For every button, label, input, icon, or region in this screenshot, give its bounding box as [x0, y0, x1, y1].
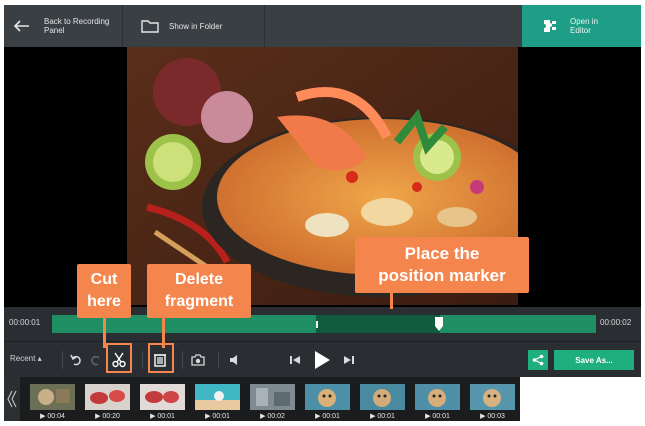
callout-connector [390, 293, 393, 309]
redo-button[interactable] [88, 352, 104, 368]
clip-preview-image [470, 384, 515, 410]
clip-duration: ▶ 00:01 [315, 413, 340, 420]
place-marker-callout: Place the position marker [355, 237, 529, 293]
playback-controls: Recent ▴ Save As... [4, 341, 641, 377]
clip-duration: ▶ 00:02 [260, 413, 285, 420]
previous-frame-button[interactable] [287, 352, 303, 368]
clip-thumbnail[interactable]: ▶ 00:01 [360, 384, 405, 420]
clip-duration-value: 00:01 [212, 413, 230, 420]
clip-thumbnail[interactable]: ▶ 00:04 [30, 384, 75, 420]
camera-icon [191, 354, 205, 366]
clip-preview-image [250, 384, 295, 410]
show-in-folder-label: Show in Folder [169, 21, 223, 31]
back-button-label: Back to Recording Panel [44, 17, 110, 35]
clip-duration-value: 00:20 [102, 413, 120, 420]
clip-preview-image [30, 384, 75, 410]
double-chevron-left-icon [7, 390, 17, 408]
redo-icon [91, 355, 100, 366]
position-marker-icon[interactable] [435, 317, 443, 331]
next-icon [344, 356, 354, 364]
clip-duration-value: 00:01 [157, 413, 175, 420]
callout-text: fragment [164, 293, 234, 310]
open-in-editor-label: Open in Editor [570, 17, 599, 35]
clip-duration-value: 00:03 [487, 413, 505, 420]
clip-duration: ▶ 00:01 [370, 413, 395, 420]
callout-text: position marker [378, 266, 506, 285]
clip-duration: ▶ 00:03 [480, 413, 505, 420]
play-button[interactable] [310, 348, 334, 372]
open-in-editor-button[interactable]: Open in Editor [522, 5, 641, 47]
play-icon [315, 351, 330, 369]
previous-icon [290, 356, 300, 364]
timeline-end-time: 00:00:02 [600, 318, 632, 327]
clip-thumbnail[interactable]: ▶ 00:01 [140, 384, 185, 420]
clip-duration-value: 00:02 [267, 413, 285, 420]
volume-icon [230, 355, 237, 365]
cut-button-highlight [106, 343, 132, 373]
timeline-start-time: 00:00:01 [9, 318, 41, 327]
share-button[interactable] [528, 350, 548, 370]
next-frame-button[interactable] [341, 352, 357, 368]
clip-preview-image [360, 384, 405, 410]
recent-clips-strip: ▶ 00:04 ▶ 00:20 ▶ 00:01 ▶ 00:01 ▶ 00:02 … [4, 377, 641, 421]
clip-duration: ▶ 00:01 [150, 413, 175, 420]
snapshot-button[interactable] [190, 352, 206, 368]
undo-button[interactable] [68, 352, 84, 368]
timeline-selected-fragment[interactable] [316, 315, 440, 333]
cut-here-callout: Cut here [77, 264, 131, 318]
arrow-left-icon [14, 20, 29, 32]
delete-fragment-callout: Delete fragment [147, 264, 251, 318]
recent-dropdown[interactable]: Recent ▴ [10, 354, 42, 363]
clip-duration-value: 00:01 [432, 413, 450, 420]
save-as-button[interactable]: Save As... [554, 350, 634, 370]
callout-text: here [87, 293, 121, 310]
callout-text: Cut [90, 271, 118, 288]
clip-preview-image [305, 384, 350, 410]
volume-button[interactable] [228, 352, 244, 368]
clip-thumbnail[interactable]: ▶ 00:01 [415, 384, 460, 420]
delete-button-highlight [148, 343, 174, 373]
undo-icon [70, 354, 81, 366]
strip-empty-area [520, 377, 641, 421]
folder-icon [141, 20, 159, 33]
timeline-track[interactable] [52, 315, 596, 333]
clip-thumbnail[interactable]: ▶ 00:03 [470, 384, 515, 420]
show-in-folder-button[interactable]: Show in Folder [123, 5, 265, 47]
divider [182, 351, 183, 369]
clip-preview-image [415, 384, 460, 410]
clip-thumbnail[interactable]: ▶ 00:01 [305, 384, 350, 420]
clip-preview-image [195, 384, 240, 410]
app-window: Back to Recording Panel Show in Folder O… [4, 5, 641, 421]
divider [218, 351, 219, 369]
strip-scroll-left-button[interactable] [4, 377, 20, 421]
clip-duration-value: 00:04 [47, 413, 65, 420]
clip-thumbnail[interactable]: ▶ 00:01 [195, 384, 240, 420]
clip-duration: ▶ 00:01 [205, 413, 230, 420]
clip-duration: ▶ 00:20 [95, 413, 120, 420]
callout-text: Place the [404, 244, 480, 263]
callout-text: Delete [174, 271, 224, 288]
divider [142, 351, 143, 369]
clip-preview-image [85, 384, 130, 410]
clip-duration-value: 00:01 [377, 413, 395, 420]
divider [62, 351, 63, 369]
share-icon [532, 354, 544, 366]
film-puzzle-icon [544, 20, 556, 32]
clip-duration: ▶ 00:04 [40, 413, 65, 420]
clip-duration: ▶ 00:01 [425, 413, 450, 420]
clip-thumbnail[interactable]: ▶ 00:20 [85, 384, 130, 420]
fragment-boundary-marker[interactable] [316, 321, 318, 328]
top-toolbar: Back to Recording Panel Show in Folder O… [4, 5, 641, 47]
clip-duration-value: 00:01 [322, 413, 340, 420]
clip-preview-image [140, 384, 185, 410]
clip-thumbnail[interactable]: ▶ 00:02 [250, 384, 295, 420]
back-to-recording-panel-button[interactable]: Back to Recording Panel [4, 5, 123, 47]
